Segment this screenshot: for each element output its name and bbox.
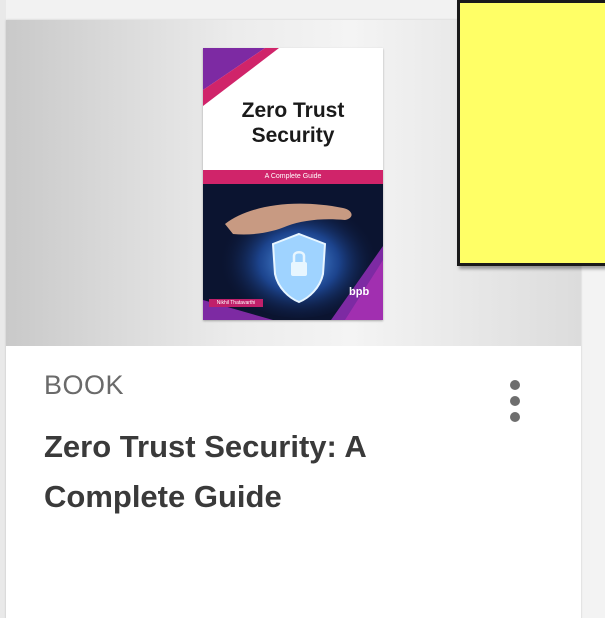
publisher-logo: bpb [349, 286, 370, 298]
cover-author-band: Nikhil Thatavarthi [209, 299, 263, 307]
cover-subtitle: A Complete Guide [203, 170, 383, 184]
kebab-menu-icon[interactable] [500, 380, 530, 430]
menu-dot [510, 396, 520, 406]
menu-dot [510, 412, 520, 422]
menu-dot [510, 380, 520, 390]
book-title-link[interactable]: Zero Trust Security: A Complete Guide [44, 422, 444, 522]
book-cover-art [203, 48, 383, 320]
book-cover[interactable]: Zero Trust Security A Complete Guide Nik… [203, 48, 383, 320]
page-stage: Zero Trust Security A Complete Guide Nik… [0, 0, 605, 618]
cover-title: Zero Trust Security [241, 99, 345, 147]
sticky-note [457, 0, 605, 266]
content-type-label: BOOK [44, 370, 125, 400]
